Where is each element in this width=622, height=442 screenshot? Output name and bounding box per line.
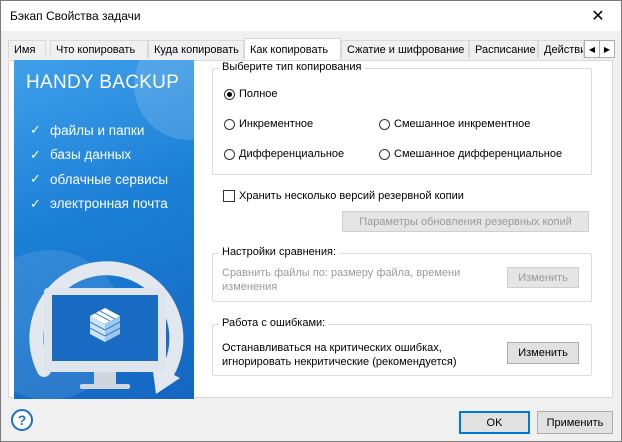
error-change-button[interactable]: Изменить xyxy=(507,342,579,364)
radio-icon[interactable] xyxy=(224,118,235,130)
error-handling-legend: Работа с ошибками: xyxy=(219,317,329,329)
apply-button[interactable]: Применить xyxy=(537,411,613,434)
close-icon[interactable]: ✕ xyxy=(575,1,621,31)
ok-button[interactable]: OK xyxy=(459,411,530,434)
radio-differential[interactable]: Дифференциальное xyxy=(224,148,344,160)
feature-item: ✓ облачные сервисы xyxy=(30,171,169,187)
feature-item: ✓ базы данных xyxy=(30,146,132,163)
help-icon[interactable]: ? xyxy=(11,409,33,431)
copy-type-legend: Выберите тип копирования xyxy=(219,61,365,73)
radio-selected-icon[interactable] xyxy=(224,88,235,100)
tab-actions[interactable]: Действи xyxy=(538,40,584,58)
check-icon: ✓ xyxy=(30,122,41,138)
tab-compression[interactable]: Сжатие и шифрование xyxy=(341,40,469,58)
feature-list: ✓ файлы и папки ✓ базы данных ✓ облачные се… xyxy=(30,118,168,216)
keep-versions-checkbox[interactable]: Хранить несколько версий резервной копии xyxy=(223,190,464,202)
check-icon: ✓ xyxy=(30,171,41,187)
feature-item: ✓ файлы и папки xyxy=(30,122,145,138)
tab-schedule[interactable]: Расписание xyxy=(469,40,538,58)
tab-name[interactable]: Имя xyxy=(8,40,46,58)
monitor-backup-icon xyxy=(29,261,184,394)
title-bar: Бэкап Свойства задачи ✕ xyxy=(1,1,621,31)
radio-mixed-incremental[interactable]: Смешанное инкрементное xyxy=(379,118,530,130)
radio-icon[interactable] xyxy=(379,148,390,160)
backup-update-params-button[interactable]: Параметры обновления резервных копий xyxy=(342,211,589,232)
radio-icon[interactable] xyxy=(379,118,390,130)
tab-strip: Имя Что копировать Куда копировать Как к… xyxy=(8,38,615,60)
compare-change-button[interactable]: Изменить xyxy=(507,267,579,288)
radio-incremental[interactable]: Инкрементное xyxy=(224,118,313,130)
compare-settings-legend: Настройки сравнения: xyxy=(219,246,339,258)
radio-mixed-differential[interactable]: Смешанное дифференциальное xyxy=(379,148,562,160)
check-icon: ✓ xyxy=(30,195,41,211)
error-handling-text: Останавливаться на критических ошибках, … xyxy=(222,342,457,368)
window-title: Бэкап Свойства задачи xyxy=(10,9,141,23)
check-icon: ✓ xyxy=(30,146,41,162)
radio-icon[interactable] xyxy=(224,148,235,160)
checkbox-box[interactable] xyxy=(223,190,235,202)
tab-scroll-right-icon[interactable]: ▶ xyxy=(599,40,615,58)
tab-scroll-left-icon[interactable]: ◀ xyxy=(584,40,600,58)
radio-full[interactable]: Полное xyxy=(224,88,278,100)
tab-what[interactable]: Что копировать xyxy=(50,40,148,58)
tab-where[interactable]: Куда копировать xyxy=(148,40,244,58)
tab-how[interactable]: Как копировать xyxy=(244,38,341,60)
compare-settings-text: Сравнить файлы по: размеру файла, времен… xyxy=(222,267,461,293)
feature-item: ✓ электронная почта xyxy=(30,195,168,212)
handy-backup-banner: HANDY BACKUP ✓ файлы и папки ✓ базы данных… xyxy=(14,60,194,399)
brand-title: HANDY BACKUP xyxy=(26,72,180,93)
